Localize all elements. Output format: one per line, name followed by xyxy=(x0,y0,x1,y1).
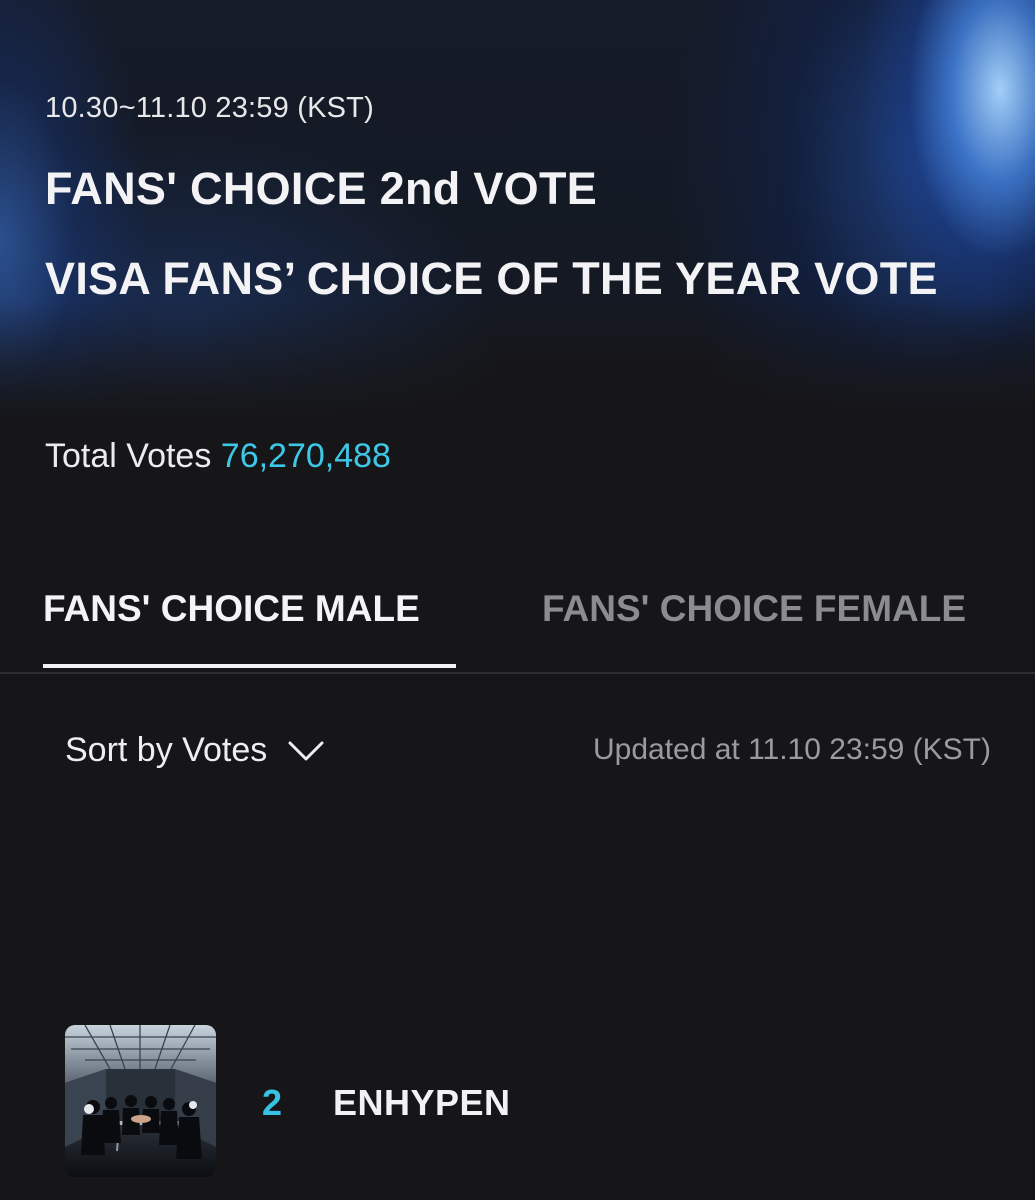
total-votes: Total Votes 76,270,488 xyxy=(45,437,391,476)
updated-timestamp: Updated at 11.10 23:59 (KST) xyxy=(592,733,991,766)
total-votes-count: 76,270,488 xyxy=(220,437,391,475)
artist-photo-image xyxy=(65,1025,216,1177)
category-tabs: FANS' CHOICE MALE FANS' CHOICE FEMALE xyxy=(0,570,1035,674)
active-tab-indicator xyxy=(43,664,456,668)
artist-name: ENHYPEN xyxy=(333,1082,511,1123)
tab-fans-choice-female[interactable]: FANS' CHOICE FEMALE xyxy=(542,588,966,630)
rank-number: 2 xyxy=(262,1082,283,1123)
vote-title: FANS' CHOICE 2nd VOTE xyxy=(45,163,598,214)
tab-fans-choice-male[interactable]: FANS' CHOICE MALE xyxy=(43,588,420,630)
vote-subtitle: VISA FANS’ CHOICE OF THE YEAR VOTE xyxy=(45,253,938,304)
sort-dropdown[interactable]: Sort by Votes xyxy=(65,731,325,770)
artist-thumbnail xyxy=(65,1025,216,1177)
total-votes-label: Total Votes xyxy=(45,437,212,475)
ranking-row[interactable]: 2 ENHYPEN xyxy=(65,1025,965,1177)
chevron-down-icon xyxy=(288,741,324,760)
vote-period: 10.30~11.10 23:59 (KST) xyxy=(45,92,374,124)
sort-label: Sort by Votes xyxy=(65,731,268,769)
